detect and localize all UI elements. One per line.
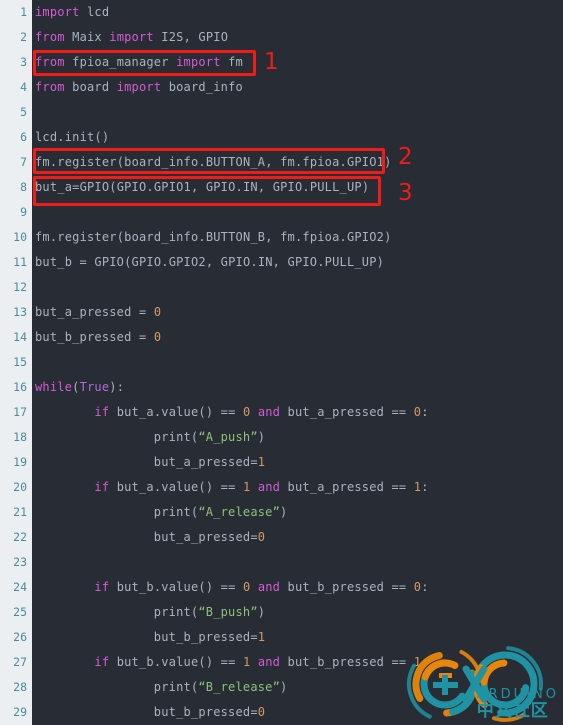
line-number-gutter: 1 2 3 4 5 6 7 8 9 10 11 12 13 14 15 16 17 18 19 20 21 22 23 24 2…: [0, 0, 32, 725]
line-number: 15: [13, 355, 27, 369]
code-line[interactable]: but_a_pressed = 0: [35, 300, 161, 325]
code-line[interactable]: from fpioa_manager import fm: [35, 50, 243, 75]
annotation-label-1: 1: [264, 49, 279, 75]
line-number: 8: [20, 180, 27, 194]
line-number: 22: [13, 530, 27, 544]
code-line[interactable]: if but_a.value() == 0 and but_a_pressed …: [35, 400, 429, 425]
line-number: 12: [13, 280, 27, 294]
line-number: 19: [13, 455, 27, 469]
line-number: 4: [20, 80, 27, 94]
code-line[interactable]: if but_b.value() == 1 and but_b_pressed …: [35, 650, 429, 675]
line-number: 29: [13, 705, 27, 719]
line-number: 9: [20, 205, 27, 219]
code-line[interactable]: import lcd: [35, 0, 109, 25]
line-number: 13: [13, 305, 27, 319]
code-line[interactable]: fm.register(board_info.BUTTON_B, fm.fpio…: [35, 225, 392, 250]
line-number: 5: [20, 105, 27, 119]
code-line[interactable]: from board import board_info: [35, 75, 243, 100]
code-line[interactable]: lcd.init(): [35, 125, 109, 150]
code-line[interactable]: print(“A_release”): [35, 500, 287, 525]
code-line[interactable]: but_a_pressed=1: [35, 450, 265, 475]
line-number: 17: [13, 405, 27, 419]
annotation-label-2: 2: [398, 144, 413, 170]
code-line[interactable]: but_a=GPIO(GPIO.GPIO1, GPIO.IN, GPIO.PUL…: [35, 175, 369, 200]
code-line[interactable]: print(“A_push”): [35, 425, 265, 450]
code-line[interactable]: but_b_pressed=0: [35, 700, 265, 725]
line-number: 24: [13, 580, 27, 594]
code-content-area[interactable]: import lcd from Maix import I2S, GPIO from…: [32, 0, 563, 725]
arduino-logo-watermark: ARDUINO 中文社区: [400, 629, 563, 725]
line-number: 2: [20, 30, 27, 44]
annotation-label-3: 3: [398, 180, 413, 206]
watermark-subtitle: 中文社区: [476, 701, 549, 721]
code-line[interactable]: but_b_pressed=1: [35, 625, 265, 650]
line-number: 11: [13, 255, 27, 269]
code-line[interactable]: fm.register(board_info.BUTTON_A, fm.fpio…: [35, 150, 392, 175]
line-number: 23: [13, 555, 27, 569]
line-number: 10: [13, 230, 27, 244]
line-number: 20: [13, 480, 27, 494]
code-line[interactable]: while(True):: [35, 375, 124, 400]
line-number: 7: [20, 155, 27, 169]
line-number: 6: [20, 130, 27, 144]
code-line[interactable]: but_b_pressed = 0: [35, 325, 161, 350]
code-line[interactable]: if but_a.value() == 1 and but_a_pressed …: [35, 475, 429, 500]
line-number: 25: [13, 605, 27, 619]
line-number: 1: [20, 5, 27, 19]
code-line[interactable]: print(“B_push”): [35, 600, 265, 625]
line-number: 16: [13, 380, 27, 394]
line-number: 14: [13, 330, 27, 344]
line-number: 26: [13, 630, 27, 644]
line-number: 27: [13, 655, 27, 669]
line-number: 3: [20, 55, 27, 69]
watermark-text: ARDUINO 中文社区: [477, 687, 559, 721]
code-line[interactable]: if but_b.value() == 0 and but_b_pressed …: [35, 575, 429, 600]
code-editor-screenshot: 1 2 3 4 5 6 7 8 9 10 11 12 13 14 15 16 17 18 19 20 21 22 23 24 2…: [0, 0, 563, 725]
line-number: 21: [13, 505, 27, 519]
line-number: 18: [13, 430, 27, 444]
code-line[interactable]: from Maix import I2S, GPIO: [35, 25, 228, 50]
watermark-brand: ARDUINO: [476, 687, 559, 702]
code-line[interactable]: print(“B_release”): [35, 675, 287, 700]
line-number: 28: [13, 680, 27, 694]
code-line[interactable]: but_b = GPIO(GPIO.GPIO2, GPIO.IN, GPIO.P…: [35, 250, 384, 275]
code-line[interactable]: but_a_pressed=0: [35, 525, 265, 550]
